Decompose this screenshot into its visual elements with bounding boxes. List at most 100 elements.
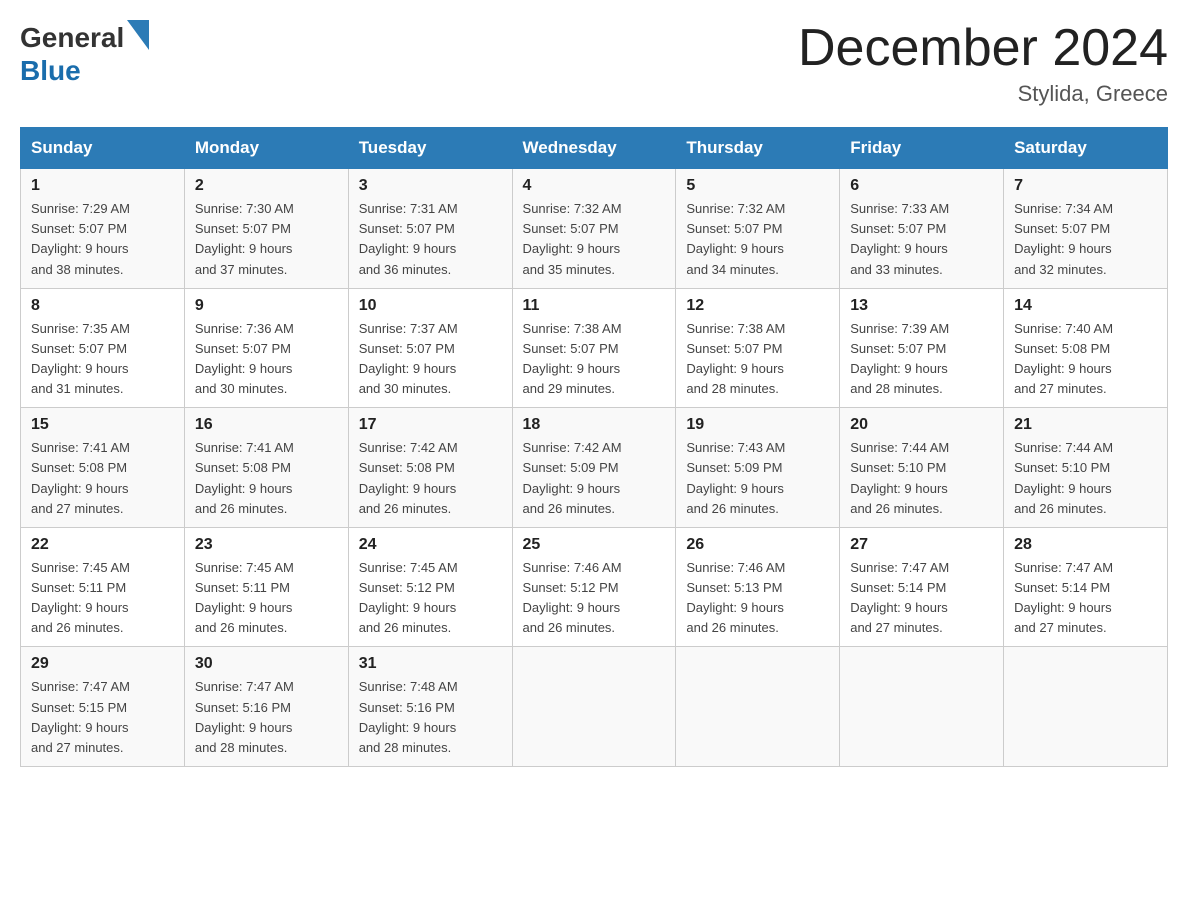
day-number: 18 <box>523 416 666 434</box>
header-saturday: Saturday <box>1004 128 1168 169</box>
month-title: December 2024 <box>798 20 1168 77</box>
day-info: Sunrise: 7:38 AM Sunset: 5:07 PM Dayligh… <box>686 319 829 400</box>
day-cell: 27 Sunrise: 7:47 AM Sunset: 5:14 PM Dayl… <box>840 527 1004 647</box>
day-cell: 23 Sunrise: 7:45 AM Sunset: 5:11 PM Dayl… <box>184 527 348 647</box>
day-cell: 20 Sunrise: 7:44 AM Sunset: 5:10 PM Dayl… <box>840 408 1004 528</box>
day-cell: 22 Sunrise: 7:45 AM Sunset: 5:11 PM Dayl… <box>21 527 185 647</box>
header-monday: Monday <box>184 128 348 169</box>
day-number: 11 <box>523 297 666 315</box>
day-cell <box>676 647 840 767</box>
day-number: 3 <box>359 177 502 195</box>
day-info: Sunrise: 7:45 AM Sunset: 5:12 PM Dayligh… <box>359 558 502 639</box>
day-cell <box>512 647 676 767</box>
day-info: Sunrise: 7:47 AM Sunset: 5:14 PM Dayligh… <box>1014 558 1157 639</box>
day-info: Sunrise: 7:41 AM Sunset: 5:08 PM Dayligh… <box>195 438 338 519</box>
day-info: Sunrise: 7:44 AM Sunset: 5:10 PM Dayligh… <box>850 438 993 519</box>
week-row-2: 8 Sunrise: 7:35 AM Sunset: 5:07 PM Dayli… <box>21 288 1168 408</box>
day-cell <box>1004 647 1168 767</box>
week-row-3: 15 Sunrise: 7:41 AM Sunset: 5:08 PM Dayl… <box>21 408 1168 528</box>
week-row-1: 1 Sunrise: 7:29 AM Sunset: 5:07 PM Dayli… <box>21 169 1168 289</box>
day-cell: 30 Sunrise: 7:47 AM Sunset: 5:16 PM Dayl… <box>184 647 348 767</box>
day-cell: 4 Sunrise: 7:32 AM Sunset: 5:07 PM Dayli… <box>512 169 676 289</box>
header-tuesday: Tuesday <box>348 128 512 169</box>
day-number: 17 <box>359 416 502 434</box>
day-cell: 25 Sunrise: 7:46 AM Sunset: 5:12 PM Dayl… <box>512 527 676 647</box>
header-wednesday: Wednesday <box>512 128 676 169</box>
day-info: Sunrise: 7:40 AM Sunset: 5:08 PM Dayligh… <box>1014 319 1157 400</box>
page-header: General Blue December 2024 Stylida, Gree… <box>20 20 1168 107</box>
day-info: Sunrise: 7:48 AM Sunset: 5:16 PM Dayligh… <box>359 677 502 758</box>
day-number: 27 <box>850 536 993 554</box>
day-number: 4 <box>523 177 666 195</box>
day-cell: 2 Sunrise: 7:30 AM Sunset: 5:07 PM Dayli… <box>184 169 348 289</box>
day-number: 12 <box>686 297 829 315</box>
day-info: Sunrise: 7:33 AM Sunset: 5:07 PM Dayligh… <box>850 199 993 280</box>
day-cell: 6 Sunrise: 7:33 AM Sunset: 5:07 PM Dayli… <box>840 169 1004 289</box>
logo-icon <box>127 20 149 55</box>
day-info: Sunrise: 7:45 AM Sunset: 5:11 PM Dayligh… <box>31 558 174 639</box>
week-row-4: 22 Sunrise: 7:45 AM Sunset: 5:11 PM Dayl… <box>21 527 1168 647</box>
day-number: 15 <box>31 416 174 434</box>
day-info: Sunrise: 7:46 AM Sunset: 5:13 PM Dayligh… <box>686 558 829 639</box>
day-number: 30 <box>195 655 338 673</box>
day-cell: 5 Sunrise: 7:32 AM Sunset: 5:07 PM Dayli… <box>676 169 840 289</box>
day-number: 21 <box>1014 416 1157 434</box>
day-number: 5 <box>686 177 829 195</box>
day-info: Sunrise: 7:29 AM Sunset: 5:07 PM Dayligh… <box>31 199 174 280</box>
day-info: Sunrise: 7:47 AM Sunset: 5:15 PM Dayligh… <box>31 677 174 758</box>
calendar-header-row: SundayMondayTuesdayWednesdayThursdayFrid… <box>21 128 1168 169</box>
calendar-table: SundayMondayTuesdayWednesdayThursdayFrid… <box>20 127 1168 767</box>
day-cell: 3 Sunrise: 7:31 AM Sunset: 5:07 PM Dayli… <box>348 169 512 289</box>
day-number: 9 <box>195 297 338 315</box>
day-number: 22 <box>31 536 174 554</box>
day-info: Sunrise: 7:41 AM Sunset: 5:08 PM Dayligh… <box>31 438 174 519</box>
day-number: 28 <box>1014 536 1157 554</box>
day-info: Sunrise: 7:30 AM Sunset: 5:07 PM Dayligh… <box>195 199 338 280</box>
day-number: 26 <box>686 536 829 554</box>
day-cell: 11 Sunrise: 7:38 AM Sunset: 5:07 PM Dayl… <box>512 288 676 408</box>
day-info: Sunrise: 7:42 AM Sunset: 5:09 PM Dayligh… <box>523 438 666 519</box>
day-info: Sunrise: 7:35 AM Sunset: 5:07 PM Dayligh… <box>31 319 174 400</box>
day-info: Sunrise: 7:42 AM Sunset: 5:08 PM Dayligh… <box>359 438 502 519</box>
day-cell: 1 Sunrise: 7:29 AM Sunset: 5:07 PM Dayli… <box>21 169 185 289</box>
day-info: Sunrise: 7:47 AM Sunset: 5:14 PM Dayligh… <box>850 558 993 639</box>
day-cell: 24 Sunrise: 7:45 AM Sunset: 5:12 PM Dayl… <box>348 527 512 647</box>
day-cell: 31 Sunrise: 7:48 AM Sunset: 5:16 PM Dayl… <box>348 647 512 767</box>
day-cell: 17 Sunrise: 7:42 AM Sunset: 5:08 PM Dayl… <box>348 408 512 528</box>
day-number: 7 <box>1014 177 1157 195</box>
day-cell: 14 Sunrise: 7:40 AM Sunset: 5:08 PM Dayl… <box>1004 288 1168 408</box>
day-number: 13 <box>850 297 993 315</box>
day-number: 25 <box>523 536 666 554</box>
day-number: 8 <box>31 297 174 315</box>
day-number: 14 <box>1014 297 1157 315</box>
day-cell: 16 Sunrise: 7:41 AM Sunset: 5:08 PM Dayl… <box>184 408 348 528</box>
day-number: 20 <box>850 416 993 434</box>
day-cell: 18 Sunrise: 7:42 AM Sunset: 5:09 PM Dayl… <box>512 408 676 528</box>
day-info: Sunrise: 7:37 AM Sunset: 5:07 PM Dayligh… <box>359 319 502 400</box>
week-row-5: 29 Sunrise: 7:47 AM Sunset: 5:15 PM Dayl… <box>21 647 1168 767</box>
day-number: 31 <box>359 655 502 673</box>
day-cell: 28 Sunrise: 7:47 AM Sunset: 5:14 PM Dayl… <box>1004 527 1168 647</box>
day-cell <box>840 647 1004 767</box>
header-thursday: Thursday <box>676 128 840 169</box>
day-info: Sunrise: 7:47 AM Sunset: 5:16 PM Dayligh… <box>195 677 338 758</box>
day-cell: 8 Sunrise: 7:35 AM Sunset: 5:07 PM Dayli… <box>21 288 185 408</box>
day-cell: 13 Sunrise: 7:39 AM Sunset: 5:07 PM Dayl… <box>840 288 1004 408</box>
day-info: Sunrise: 7:38 AM Sunset: 5:07 PM Dayligh… <box>523 319 666 400</box>
day-info: Sunrise: 7:32 AM Sunset: 5:07 PM Dayligh… <box>686 199 829 280</box>
day-info: Sunrise: 7:32 AM Sunset: 5:07 PM Dayligh… <box>523 199 666 280</box>
logo: General Blue <box>20 20 149 87</box>
day-cell: 10 Sunrise: 7:37 AM Sunset: 5:07 PM Dayl… <box>348 288 512 408</box>
day-info: Sunrise: 7:45 AM Sunset: 5:11 PM Dayligh… <box>195 558 338 639</box>
day-cell: 7 Sunrise: 7:34 AM Sunset: 5:07 PM Dayli… <box>1004 169 1168 289</box>
logo-general-text: General <box>20 22 124 54</box>
day-info: Sunrise: 7:31 AM Sunset: 5:07 PM Dayligh… <box>359 199 502 280</box>
day-cell: 26 Sunrise: 7:46 AM Sunset: 5:13 PM Dayl… <box>676 527 840 647</box>
day-number: 1 <box>31 177 174 195</box>
day-info: Sunrise: 7:39 AM Sunset: 5:07 PM Dayligh… <box>850 319 993 400</box>
day-number: 24 <box>359 536 502 554</box>
day-cell: 21 Sunrise: 7:44 AM Sunset: 5:10 PM Dayl… <box>1004 408 1168 528</box>
day-cell: 19 Sunrise: 7:43 AM Sunset: 5:09 PM Dayl… <box>676 408 840 528</box>
day-cell: 9 Sunrise: 7:36 AM Sunset: 5:07 PM Dayli… <box>184 288 348 408</box>
day-info: Sunrise: 7:44 AM Sunset: 5:10 PM Dayligh… <box>1014 438 1157 519</box>
